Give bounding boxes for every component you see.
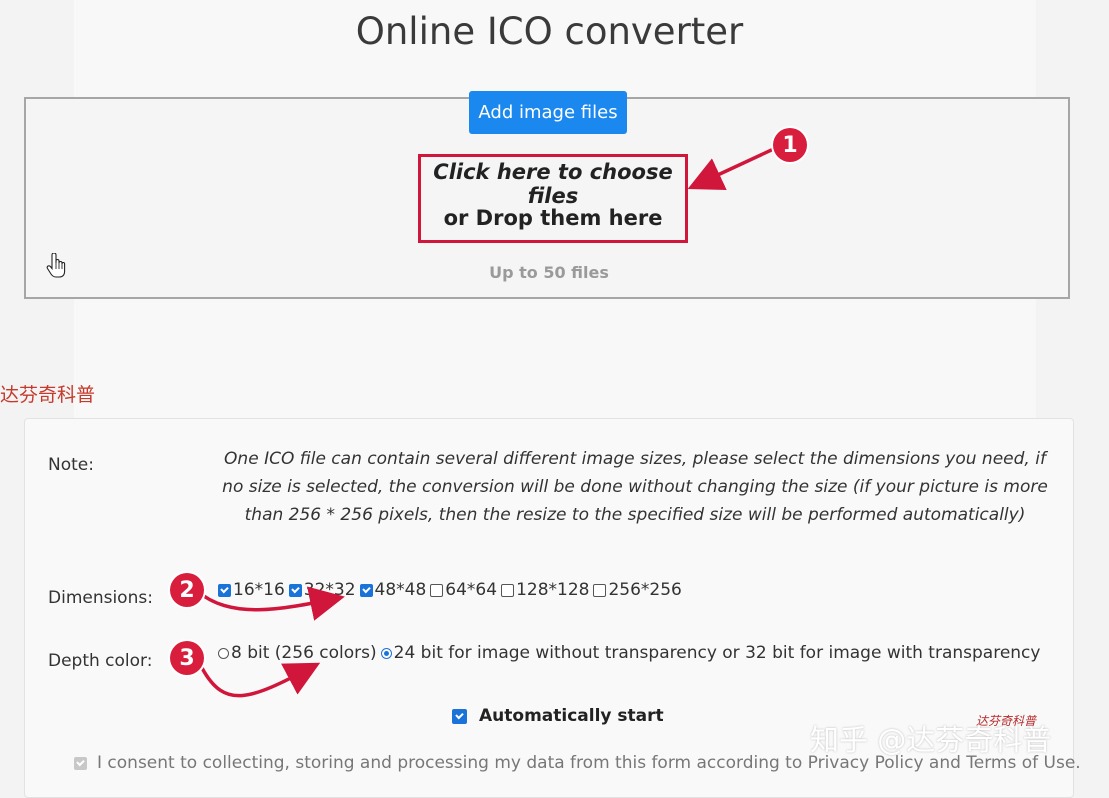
dimension-16-option[interactable]: 16*16 xyxy=(218,580,285,600)
checkbox-icon[interactable] xyxy=(359,583,373,597)
depth-label: 8 bit (256 colors) xyxy=(231,643,377,663)
auto-start-checkbox[interactable] xyxy=(452,708,467,724)
dimension-label: 64*64 xyxy=(445,580,498,600)
depth-label: 24 bit for image without transparency or… xyxy=(393,643,1041,663)
dimension-64-option[interactable]: 64*64 xyxy=(430,580,497,600)
dimension-32-option[interactable]: 32*32 xyxy=(288,580,356,600)
auto-start-label: Automatically start xyxy=(479,706,664,726)
depth-24bit-option[interactable]: 24 bit for image without transparency or… xyxy=(380,643,1041,663)
checkbox-icon[interactable] xyxy=(430,583,444,597)
note-text: One ICO file can contain several differe… xyxy=(222,449,1048,525)
dimension-label: 128*128 xyxy=(516,580,590,600)
dimension-label: 32*32 xyxy=(303,580,356,600)
hand-cursor-icon xyxy=(46,253,66,278)
page-title: Online ICO converter xyxy=(355,10,744,53)
depth-color-options: 8 bit (256 colors) 24 bit for image with… xyxy=(218,643,1040,663)
file-limit-text: Up to 50 files xyxy=(489,263,609,282)
checkbox-icon[interactable] xyxy=(501,583,515,597)
dimension-label: 16*16 xyxy=(233,580,285,600)
annotation-highlight-box xyxy=(418,154,688,243)
checkbox-icon[interactable] xyxy=(593,583,607,597)
radio-icon[interactable] xyxy=(380,647,392,659)
step-badge-2: 2 xyxy=(170,573,204,607)
note-label: Note: xyxy=(48,455,94,475)
depth-8bit-option[interactable]: 8 bit (256 colors) xyxy=(218,643,377,663)
add-image-files-button[interactable]: Add image files xyxy=(469,91,627,134)
depth-color-label: Depth color: xyxy=(48,651,153,671)
step-badge-1: 1 xyxy=(773,128,807,162)
dimension-label: 48*48 xyxy=(374,580,427,600)
radio-icon[interactable] xyxy=(218,647,229,659)
dimension-128-option[interactable]: 128*128 xyxy=(501,580,589,600)
dimensions-label: Dimensions: xyxy=(48,588,153,608)
checkbox-icon[interactable] xyxy=(218,583,231,597)
dimension-48-option[interactable]: 48*48 xyxy=(359,580,427,600)
consent-checkbox[interactable] xyxy=(74,756,87,770)
dimension-label: 256*256 xyxy=(608,580,682,600)
dimensions-options: 16*16 32*32 48*48 64*64 128*128 256*256 xyxy=(218,580,682,600)
signature-stamp: 达芬奇科普 xyxy=(976,714,1037,728)
auto-start-option[interactable]: Automatically start xyxy=(452,706,664,726)
checkbox-icon[interactable] xyxy=(288,583,302,597)
watermark-text: 达芬奇科普 xyxy=(0,384,96,406)
dimension-256-option[interactable]: 256*256 xyxy=(593,580,682,600)
step-badge-3: 3 xyxy=(170,641,204,675)
